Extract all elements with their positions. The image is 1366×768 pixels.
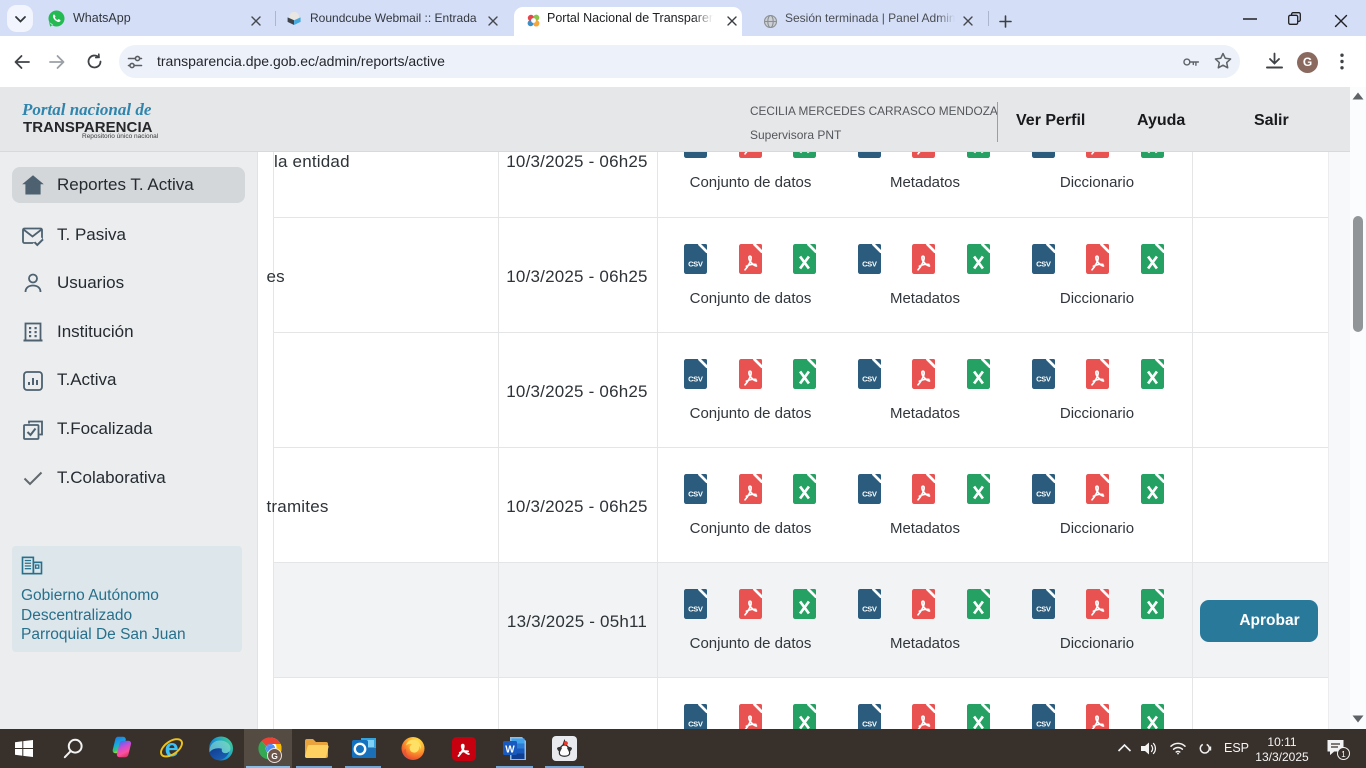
svg-text:W: W (505, 744, 515, 755)
